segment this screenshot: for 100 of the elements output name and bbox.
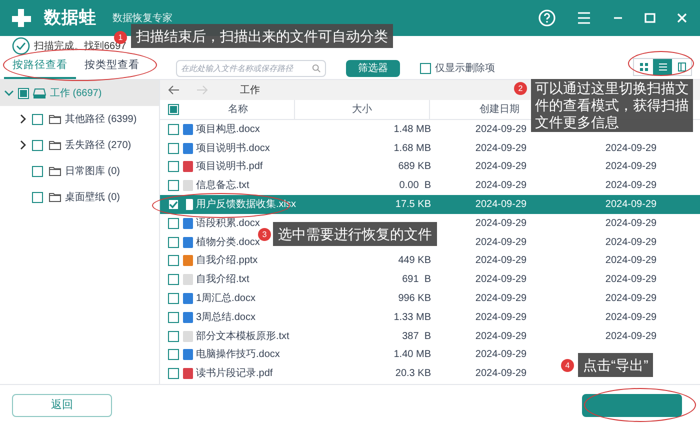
back-button[interactable]: 返回 — [12, 394, 112, 416]
list-icon — [658, 62, 668, 72]
checkbox[interactable] — [168, 236, 179, 248]
app-name: 数据蛙 — [44, 7, 96, 30]
checkbox[interactable] — [168, 274, 179, 286]
file-name[interactable]: 自我介绍.txt — [196, 272, 250, 288]
checkbox[interactable] — [168, 293, 179, 304]
filter-button[interactable]: 筛选器 — [346, 60, 400, 77]
modified-date: 2024-09-29 — [605, 216, 657, 231]
created-date: 2024-09-29 — [475, 367, 527, 382]
file-size: 449 KB — [398, 254, 431, 268]
view-tab[interactable]: 按类型查看 — [76, 55, 148, 79]
checkbox[interactable] — [168, 218, 179, 229]
checkbox[interactable] — [168, 180, 179, 192]
file-size: 1.68 MB — [394, 142, 431, 156]
file-name[interactable]: 信息备忘.txt — [196, 178, 250, 194]
chevron-right-icon[interactable] — [18, 114, 28, 124]
modified-date: 2024-09-29 — [605, 254, 657, 268]
tree-label[interactable]: 桌面壁纸 (0) — [65, 190, 120, 204]
modified-date: 2024-09-29 — [605, 273, 657, 288]
created-date: 2024-09-29 — [475, 273, 527, 288]
tree-label: 工作 (6697) — [50, 86, 102, 100]
checkbox[interactable] — [168, 161, 179, 172]
tree-label[interactable]: 丢失路径 (270) — [65, 138, 132, 152]
checkbox[interactable] — [168, 104, 179, 115]
created-date: 2024-09-29 — [475, 292, 527, 306]
file-size: 0.00 B — [399, 179, 431, 194]
back-arrow-icon[interactable] — [168, 85, 180, 95]
tree-label[interactable]: 日常图库 (0) — [65, 164, 120, 178]
file-name[interactable]: 1周汇总.docx — [196, 291, 256, 306]
checkbox[interactable] — [32, 166, 43, 176]
file-size: 996 KB — [398, 292, 431, 306]
checkbox-label: 仅显示删除项 — [435, 62, 495, 76]
modified-date: 2024-09-29 — [605, 236, 657, 250]
file-size: 1.40 MB — [394, 348, 431, 362]
file-name[interactable]: 电脑操作技巧.docx — [196, 347, 280, 362]
checkbox[interactable] — [32, 140, 43, 150]
file-name[interactable]: 项目说明书.docx — [196, 140, 270, 156]
file-name[interactable]: 项目说明书.pdf — [196, 159, 263, 174]
folder-icon — [49, 166, 61, 176]
file-name[interactable]: 自我介绍.pptx — [196, 253, 258, 268]
created-date: 2024-09-29 — [475, 254, 527, 268]
file-size: 20.3 KB — [395, 367, 431, 382]
checkbox[interactable] — [168, 368, 179, 380]
checkbox[interactable] — [18, 88, 29, 98]
search-icon — [312, 64, 321, 73]
folder-icon — [49, 192, 61, 202]
breadcrumb[interactable]: 工作 — [240, 82, 260, 98]
folder-icon — [49, 114, 61, 124]
callout-tooltip: 可以通过这里切换扫描文件的查看模式，获得扫描文件更多信息 — [531, 79, 693, 132]
annotation-ellipse — [628, 51, 694, 76]
modified-date: 2024-09-29 — [605, 292, 657, 306]
grid-icon — [638, 62, 648, 72]
checkbox[interactable] — [32, 192, 43, 202]
column-header[interactable]: 大小 — [295, 100, 430, 119]
file-size: 1.33 MB — [394, 310, 431, 325]
checkbox[interactable] — [168, 349, 179, 360]
modified-date: 2024-09-29 — [605, 179, 657, 194]
created-date: 2024-09-29 — [475, 160, 527, 174]
checkbox[interactable] — [168, 124, 179, 135]
checkbox[interactable] — [168, 255, 179, 266]
checkbox[interactable] — [420, 63, 431, 74]
help-icon[interactable] — [538, 9, 556, 27]
modified-date: 2024-09-29 — [605, 330, 657, 344]
checkbox[interactable] — [168, 330, 179, 342]
export-button[interactable] — [582, 394, 682, 416]
file-name[interactable]: 语段积累.docx — [196, 216, 260, 231]
file-name[interactable]: 读书片段记录.pdf — [196, 366, 273, 382]
file-name[interactable]: 项目构思.docx — [196, 122, 260, 137]
column-header[interactable]: 名称 — [182, 100, 295, 119]
file-name[interactable]: 3周总结.docx — [196, 310, 256, 325]
file-size: 387 B — [402, 330, 431, 344]
search-field[interactable]: 在此处输入文件名称或保存路径 — [176, 60, 326, 77]
chevron-right-icon[interactable] — [18, 140, 28, 150]
drive-icon — [33, 88, 46, 98]
created-date: 2024-09-29 — [475, 236, 527, 250]
file-size: 691 B — [402, 273, 431, 288]
folder-icon — [49, 140, 61, 150]
file-size: 1.48 MB — [394, 122, 431, 137]
app-subtitle: 数据恢复专家 — [112, 12, 172, 26]
checkbox[interactable] — [168, 199, 179, 210]
tree-label[interactable]: 其他路径 (6399) — [65, 112, 137, 126]
file-name[interactable]: 部分文本模板原形.txt — [196, 328, 290, 344]
columns-icon — [676, 62, 686, 72]
callout-number: 4 — [561, 359, 574, 372]
file-size: 689 KB — [398, 160, 431, 174]
checkbox[interactable] — [168, 312, 179, 323]
chevron-down-icon[interactable] — [4, 88, 14, 98]
checkbox[interactable] — [168, 142, 179, 154]
maximize-icon[interactable] — [644, 12, 656, 24]
list-view-button[interactable] — [653, 59, 672, 75]
checkbox[interactable] — [32, 114, 43, 124]
modified-date: 2024-09-29 — [605, 142, 657, 156]
close-icon[interactable] — [676, 12, 688, 24]
callout-tooltip: 选中需要进行恢复的文件 — [273, 222, 437, 246]
created-date: 2024-09-29 — [475, 122, 527, 137]
menu-icon[interactable] — [576, 11, 592, 25]
created-date: 2024-09-29 — [475, 348, 527, 362]
file-name[interactable]: 植物分类.docx — [196, 234, 260, 250]
callout-tooltip: 扫描结束后，扫描出来的文件可自动分类 — [131, 24, 393, 48]
